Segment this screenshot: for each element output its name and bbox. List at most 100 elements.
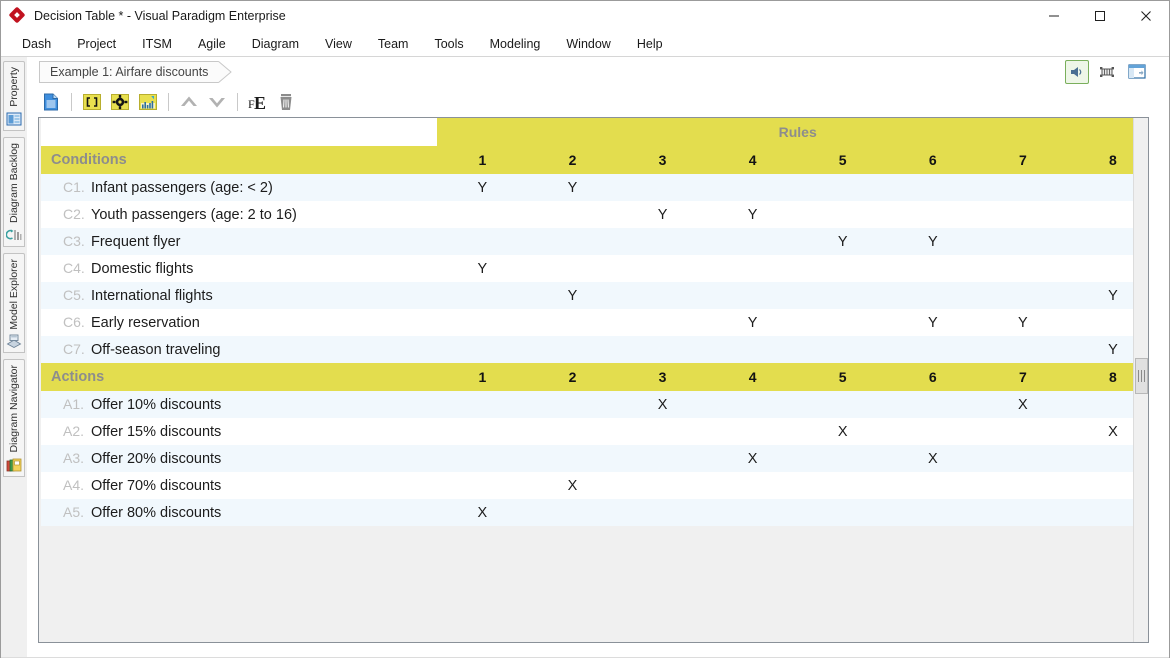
action-mark[interactable]: [708, 418, 798, 445]
action-mark[interactable]: [888, 418, 978, 445]
condition-mark[interactable]: Y: [978, 309, 1068, 336]
action-mark[interactable]: [437, 391, 527, 418]
condition-mark[interactable]: [527, 336, 617, 363]
condition-mark[interactable]: [798, 336, 888, 363]
condition-mark[interactable]: Y: [708, 201, 798, 228]
action-mark[interactable]: [708, 499, 798, 526]
action-label[interactable]: A4.Offer 70% discounts: [41, 472, 437, 499]
table-row[interactable]: C6.Early reservation Y Y Y: [41, 309, 1149, 336]
condition-mark[interactable]: Y: [437, 174, 527, 201]
condition-mark[interactable]: [798, 282, 888, 309]
condition-mark[interactable]: [888, 282, 978, 309]
action-mark[interactable]: [437, 445, 527, 472]
condition-mark[interactable]: [978, 174, 1068, 201]
condition-mark[interactable]: Y: [437, 255, 527, 282]
sidebar-item-property[interactable]: Property: [3, 61, 25, 131]
action-label[interactable]: A3.Offer 20% discounts: [41, 445, 437, 472]
menu-item-itsm[interactable]: ITSM: [129, 34, 185, 54]
condition-label[interactable]: C5.International flights: [41, 282, 437, 309]
action-mark[interactable]: [888, 391, 978, 418]
action-mark[interactable]: X: [798, 418, 888, 445]
rule-number-1[interactable]: 1: [437, 146, 527, 174]
panel-layout-icon[interactable]: [1125, 60, 1149, 84]
fit-to-screen-icon[interactable]: [1095, 60, 1119, 84]
condition-label[interactable]: C2.Youth passengers (age: 2 to 16): [41, 201, 437, 228]
rule-number-5[interactable]: 5: [798, 363, 888, 391]
table-row[interactable]: C5.International flights Y Y: [41, 282, 1149, 309]
table-row[interactable]: C1.Infant passengers (age: < 2) Y Y: [41, 174, 1149, 201]
condition-mark[interactable]: [437, 282, 527, 309]
menu-item-view[interactable]: View: [312, 34, 365, 54]
action-mark[interactable]: [798, 445, 888, 472]
condition-mark[interactable]: [978, 255, 1068, 282]
action-label[interactable]: A1.Offer 10% discounts: [41, 391, 437, 418]
table-row[interactable]: C2.Youth passengers (age: 2 to 16) Y Y: [41, 201, 1149, 228]
condition-mark[interactable]: [527, 228, 617, 255]
condition-mark[interactable]: [437, 201, 527, 228]
rule-number-4[interactable]: 4: [708, 146, 798, 174]
delete-icon[interactable]: [273, 89, 299, 115]
sidebar-item-diagram-backlog[interactable]: Diagram Backlog: [3, 137, 25, 247]
condition-mark[interactable]: [618, 228, 708, 255]
action-mark[interactable]: [618, 445, 708, 472]
action-mark[interactable]: [527, 445, 617, 472]
condition-mark[interactable]: [888, 255, 978, 282]
action-mark[interactable]: [888, 499, 978, 526]
condition-mark[interactable]: [618, 174, 708, 201]
move-up-icon[interactable]: [176, 89, 202, 115]
rule-number-2[interactable]: 2: [527, 146, 617, 174]
action-mark[interactable]: [978, 445, 1068, 472]
rule-number-3[interactable]: 3: [618, 363, 708, 391]
action-mark[interactable]: [437, 472, 527, 499]
condition-mark[interactable]: [798, 174, 888, 201]
announcement-icon[interactable]: [1065, 60, 1089, 84]
menu-item-agile[interactable]: Agile: [185, 34, 239, 54]
condition-label[interactable]: C1.Infant passengers (age: < 2): [41, 174, 437, 201]
condition-mark[interactable]: Y: [798, 228, 888, 255]
format-text-icon[interactable]: F E: [245, 89, 271, 115]
condition-mark[interactable]: [618, 282, 708, 309]
action-mark[interactable]: [978, 472, 1068, 499]
condition-mark[interactable]: [708, 255, 798, 282]
table-row[interactable]: A5.Offer 80% discounts X: [41, 499, 1149, 526]
action-mark[interactable]: [437, 418, 527, 445]
condition-mark[interactable]: [527, 201, 617, 228]
condition-mark[interactable]: [978, 228, 1068, 255]
condition-mark[interactable]: [618, 255, 708, 282]
condition-mark[interactable]: [527, 309, 617, 336]
sidebar-item-model-explorer[interactable]: Model Explorer: [3, 253, 25, 354]
action-mark[interactable]: [618, 418, 708, 445]
table-row[interactable]: A1.Offer 10% discounts X X: [41, 391, 1149, 418]
condition-mark[interactable]: [978, 282, 1068, 309]
close-button[interactable]: [1123, 1, 1169, 31]
menu-item-team[interactable]: Team: [365, 34, 422, 54]
condition-mark[interactable]: [437, 309, 527, 336]
condition-mark[interactable]: [708, 228, 798, 255]
action-mark[interactable]: X: [708, 445, 798, 472]
maximize-button[interactable]: [1077, 1, 1123, 31]
menu-item-modeling[interactable]: Modeling: [477, 34, 554, 54]
condition-mark[interactable]: [708, 174, 798, 201]
action-mark[interactable]: [978, 418, 1068, 445]
breadcrumb[interactable]: Example 1: Airfare discounts: [39, 61, 218, 83]
canvas-vertical-scrollbar[interactable]: [1133, 118, 1148, 642]
rule-number-6[interactable]: 6: [888, 363, 978, 391]
condition-mark[interactable]: Y: [888, 228, 978, 255]
action-mark[interactable]: [527, 391, 617, 418]
chart-icon[interactable]: [135, 89, 161, 115]
rule-number-1[interactable]: 1: [437, 363, 527, 391]
condition-mark[interactable]: [888, 201, 978, 228]
move-down-icon[interactable]: [204, 89, 230, 115]
rule-number-3[interactable]: 3: [618, 146, 708, 174]
condition-mark[interactable]: [437, 228, 527, 255]
gear-icon[interactable]: [107, 89, 133, 115]
table-row[interactable]: C7.Off-season traveling Y: [41, 336, 1149, 363]
action-mark[interactable]: [618, 472, 708, 499]
minimize-button[interactable]: [1031, 1, 1077, 31]
rule-number-7[interactable]: 7: [978, 146, 1068, 174]
condition-label[interactable]: C4.Domestic flights: [41, 255, 437, 282]
action-label[interactable]: A5.Offer 80% discounts: [41, 499, 437, 526]
condition-label[interactable]: C6.Early reservation: [41, 309, 437, 336]
brackets-icon[interactable]: [79, 89, 105, 115]
condition-mark[interactable]: [618, 336, 708, 363]
